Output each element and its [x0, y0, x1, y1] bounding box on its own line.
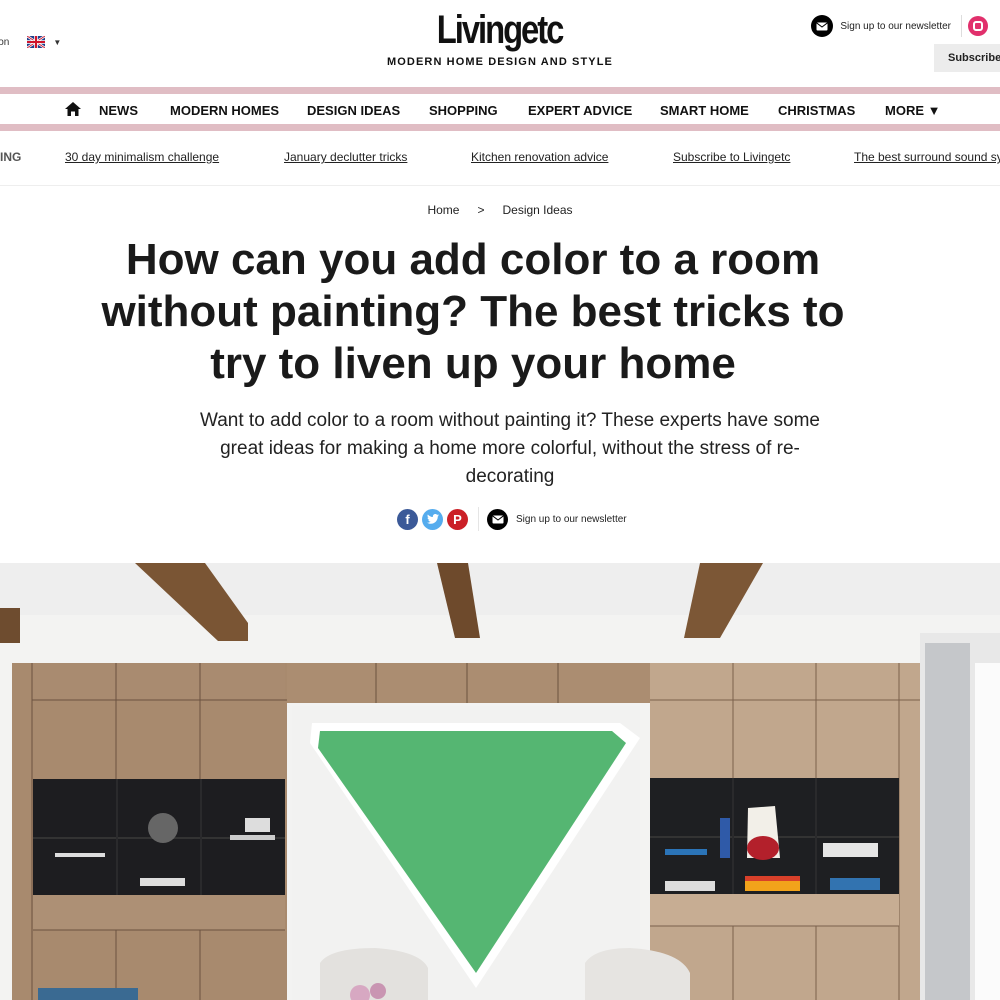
nav-item-expert-advice[interactable]: EXPERT ADVICE [528, 103, 632, 118]
article-subtitle: Want to add color to a room without pain… [200, 410, 820, 487]
divider [478, 507, 479, 531]
article-title: How can you add color to a room without … [101, 235, 845, 388]
facebook-icon[interactable]: f [397, 508, 418, 530]
site-tagline: MODERN HOME DESIGN AND STYLE [387, 56, 613, 68]
site-header: ion ▼ Livingetc MODERN HOME DESIGN AND S… [0, 0, 1000, 86]
nav-item-smart-home[interactable]: SMART HOME [660, 103, 749, 118]
sofa [38, 988, 138, 1000]
subscribe-button[interactable]: Subscribe [934, 44, 1000, 72]
instagram-icon[interactable] [968, 16, 988, 36]
window [975, 663, 1000, 1000]
nav-top-border [0, 87, 1000, 94]
trending-link[interactable]: January declutter tricks [284, 150, 407, 164]
trending-link[interactable]: 30 day minimalism challenge [65, 150, 219, 164]
breadcrumb-design-ideas[interactable]: Design Ideas [502, 203, 572, 217]
ceiling-beam [0, 608, 20, 643]
trending-label: ING [0, 150, 22, 164]
nav-item-christmas[interactable]: CHRISTMAS [778, 103, 855, 118]
trending-bar: ING 30 day minimalism challenge January … [0, 150, 1000, 168]
nav-bottom-border [0, 124, 1000, 131]
trending-link[interactable]: The best surround sound sy [854, 150, 1000, 164]
newsletter-link[interactable]: Sign up to our newsletter [516, 514, 627, 525]
newsletter-signup-link[interactable]: Sign up to our newsletter [811, 15, 988, 37]
main-nav: NEWS MODERN HOMES DESIGN IDEAS SHOPPING … [0, 94, 1000, 124]
divider [961, 15, 962, 37]
envelope-icon[interactable] [487, 508, 508, 530]
nav-item-design-ideas[interactable]: DESIGN IDEAS [307, 103, 400, 118]
curtain [925, 643, 970, 1000]
twitter-icon[interactable] [422, 508, 443, 530]
breadcrumb: Home > Design Ideas [0, 203, 1000, 217]
home-icon[interactable] [65, 102, 81, 116]
pinterest-icon[interactable]: P [447, 508, 468, 530]
breadcrumb-separator: > [477, 203, 485, 217]
nav-item-shopping[interactable]: SHOPPING [429, 103, 498, 118]
logo-wordmark[interactable]: Livingetc [437, 8, 565, 52]
trending-link[interactable]: Kitchen renovation advice [471, 150, 608, 164]
nav-item-modern-homes[interactable]: MODERN HOMES [170, 103, 279, 118]
breadcrumb-home[interactable]: Home [427, 203, 459, 217]
hero-image [0, 563, 1000, 1000]
nav-item-news[interactable]: NEWS [99, 103, 138, 118]
divider [0, 185, 1000, 186]
nav-item-more[interactable]: MORE ▼ [885, 103, 940, 118]
envelope-icon [811, 15, 834, 37]
share-bar: f P Sign up to our newsletter [397, 507, 627, 531]
newsletter-label: Sign up to our newsletter [840, 20, 951, 32]
trending-link[interactable]: Subscribe to Livingetc [673, 150, 790, 164]
